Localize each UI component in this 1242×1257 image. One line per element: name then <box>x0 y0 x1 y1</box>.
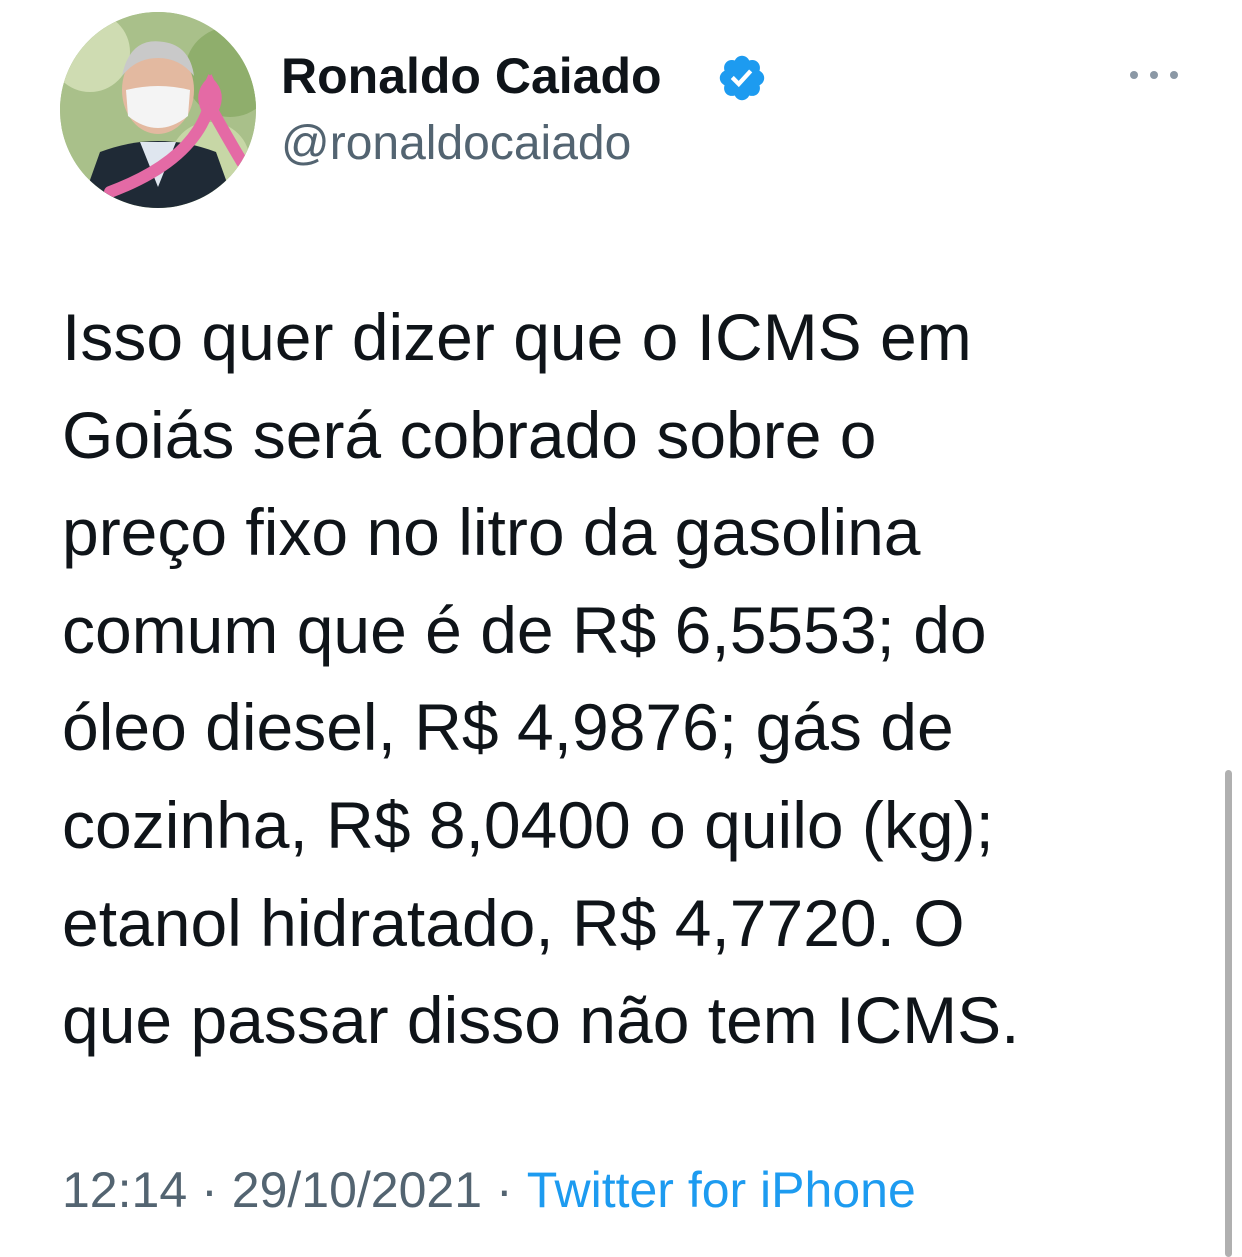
verified-badge-icon <box>719 55 765 101</box>
avatar[interactable] <box>60 12 256 208</box>
author-handle[interactable]: @ronaldocaiado <box>281 114 631 174</box>
meta-separator: · <box>201 1162 218 1218</box>
more-options-button[interactable] <box>1130 60 1178 90</box>
tweet-text-line: etanol hidratado, R$ 4,7720. O <box>62 885 965 960</box>
tweet-text-line: preço fixo no litro da gasolina <box>62 495 921 570</box>
display-name[interactable]: Ronaldo Caiado <box>281 46 662 106</box>
tweet-text-line: que passar disso não tem ICMS. <box>62 983 1020 1058</box>
ellipsis-dot <box>1130 71 1138 79</box>
ellipsis-dot <box>1170 71 1178 79</box>
tweet-date[interactable]: 29/10/2021 <box>232 1162 482 1218</box>
tweet-text-line: comum que é de R$ 6,5553; do <box>62 592 987 667</box>
ellipsis-dot <box>1150 71 1158 79</box>
tweet-source-link[interactable]: Twitter for iPhone <box>527 1162 916 1218</box>
tweet-time[interactable]: 12:14 <box>62 1162 187 1218</box>
tweet-metadata: 12:14 · 29/10/2021 · Twitter for iPhone <box>62 1160 916 1220</box>
profile-photo-icon <box>60 12 256 208</box>
scrollbar[interactable] <box>1225 770 1232 1257</box>
tweet-text-line: óleo diesel, R$ 4,9876; gás de <box>62 690 954 765</box>
tweet-text-line: Goiás será cobrado sobre o <box>62 397 877 472</box>
tweet-text: Isso quer dizer que o ICMS em Goiás será… <box>62 289 1192 1070</box>
meta-separator: · <box>496 1162 513 1218</box>
tweet-text-line: cozinha, R$ 8,0400 o quilo (kg); <box>62 787 994 862</box>
tweet-text-line: Isso quer dizer que o ICMS em <box>62 300 972 374</box>
